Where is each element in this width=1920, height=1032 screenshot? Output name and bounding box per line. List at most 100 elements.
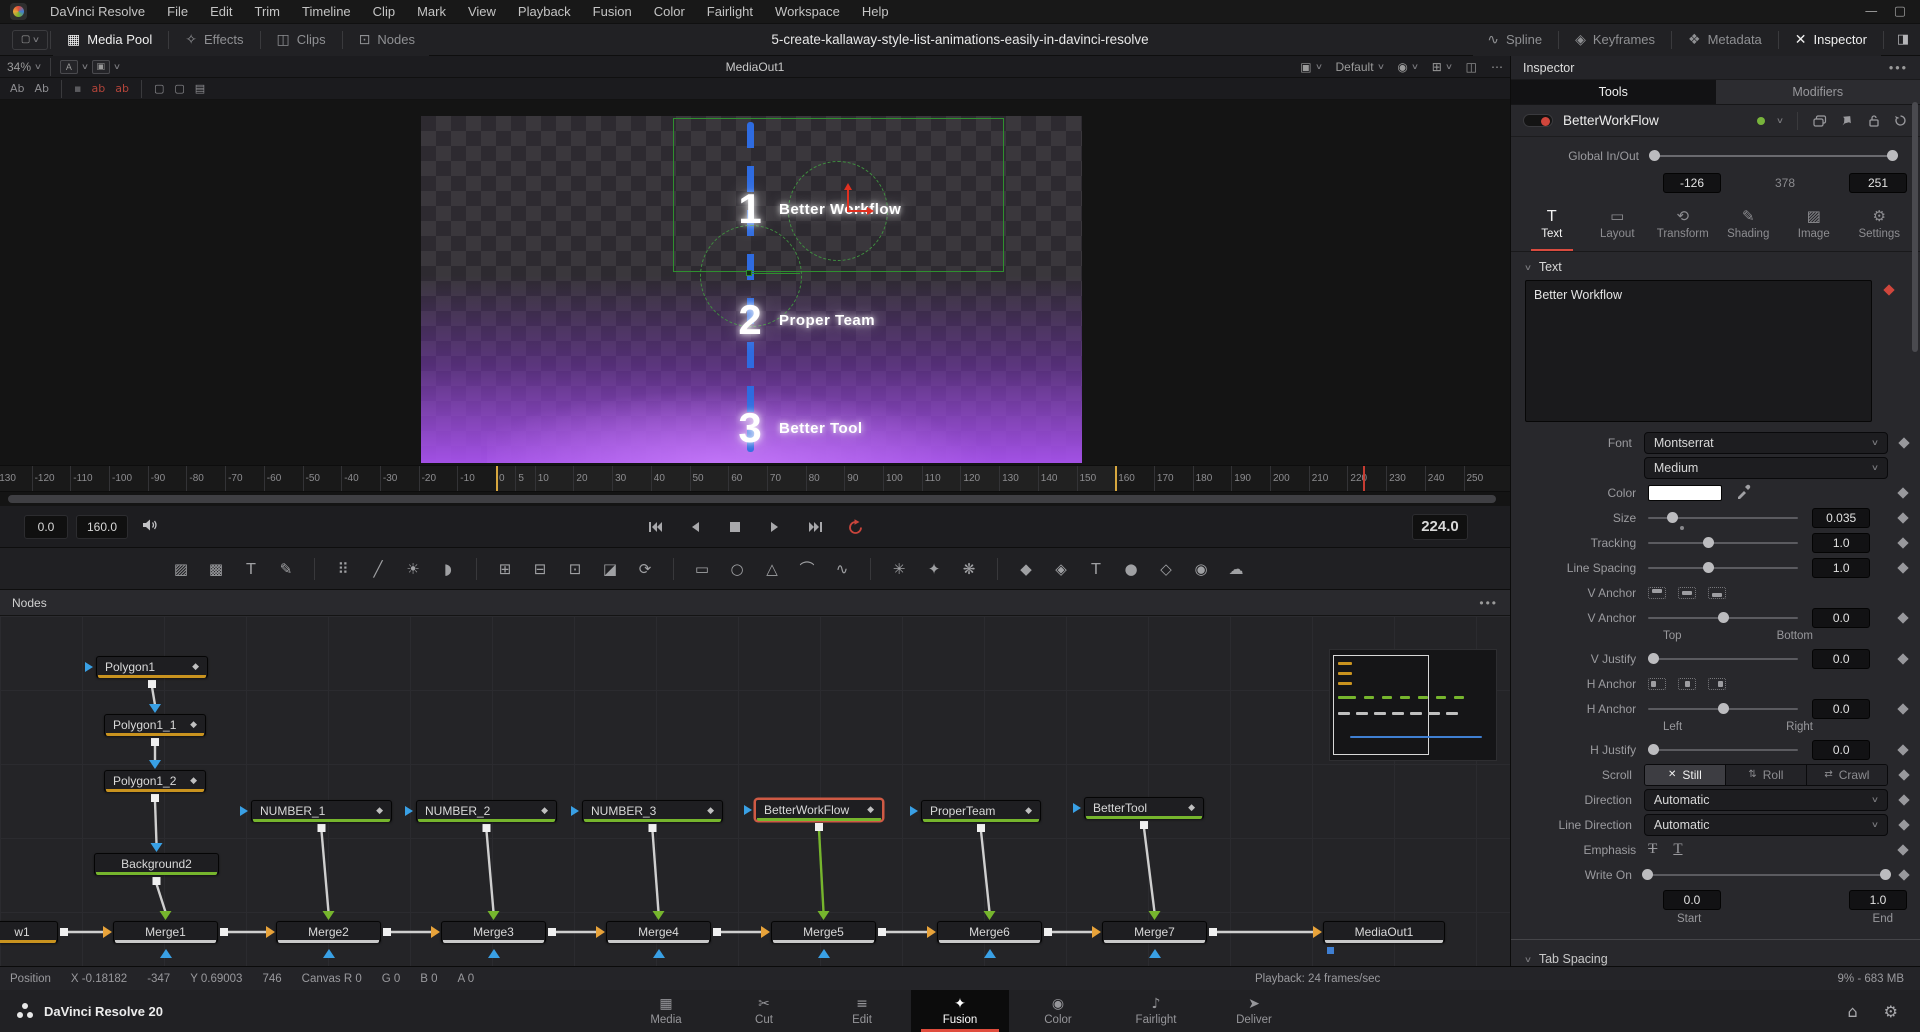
keyframe-diamond[interactable] <box>1898 703 1909 714</box>
node-thumbnail-toggle-icon[interactable]: ◆ <box>182 776 197 786</box>
size-field[interactable]: 0.035 <box>1812 508 1870 528</box>
hue-curves-tool-icon[interactable]: ◗ <box>437 558 459 580</box>
minimize-icon[interactable]: — <box>1865 4 1878 19</box>
node-thumbnail-toggle-icon[interactable]: ◆ <box>699 806 714 816</box>
ellipse-mask-tool-icon[interactable]: ○ <box>726 558 748 580</box>
viewer-guides[interactable]: ⊞∨ <box>1425 56 1459 78</box>
rectangle-mask-tool-icon[interactable]: ▭ <box>691 558 713 580</box>
paint-tool-icon[interactable]: ✎ <box>275 558 297 580</box>
camera-3d-tool-icon[interactable]: ◇ <box>1155 558 1177 580</box>
keyframe-diamond[interactable] <box>1898 487 1909 498</box>
text-tool-0[interactable]: Ab <box>10 82 25 95</box>
inspector-tab-shading[interactable]: ✎Shading <box>1716 207 1782 251</box>
brightness-contrast-tool-icon[interactable]: ☀ <box>402 558 424 580</box>
menu-clip[interactable]: Clip <box>362 0 406 24</box>
h-anchor-center-button[interactable] <box>1678 678 1696 690</box>
page-deliver[interactable]: ➤Deliver <box>1205 990 1303 1032</box>
node-Merge5[interactable]: Merge5 <box>771 921 876 943</box>
pin-icon[interactable] <box>1839 113 1854 128</box>
node-thumbnail-toggle-icon[interactable]: ◆ <box>859 805 874 815</box>
dissolve-tool-icon[interactable]: ⊟ <box>529 558 551 580</box>
keyframe-diamond[interactable] <box>1898 794 1909 805</box>
node-Merge7[interactable]: Merge7 <box>1102 921 1207 943</box>
toolbar-inspector-button[interactable]: ✕Inspector <box>1781 24 1881 56</box>
write-on-start-field[interactable]: 0.0 <box>1663 890 1721 910</box>
node-NUMBER_3[interactable]: NUMBER_3◆ <box>582 800 723 822</box>
fastnoise-tool-icon[interactable]: ▩ <box>205 558 227 580</box>
text-tool-5[interactable]: ▢ <box>154 82 164 95</box>
size-slider[interactable] <box>1648 508 1798 528</box>
node-Polygon1_1[interactable]: Polygon1_1◆ <box>104 714 206 736</box>
page-cut[interactable]: ✂Cut <box>715 990 813 1032</box>
menu-fairlight[interactable]: Fairlight <box>696 0 764 24</box>
go-to-start-button[interactable] <box>644 518 666 536</box>
h-anchor-right-button[interactable] <box>1708 678 1726 690</box>
page-fairlight[interactable]: ♪Fairlight <box>1107 990 1205 1032</box>
node-w1[interactable]: w1 <box>0 921 58 943</box>
viewer-gizmo-options[interactable]: ◉∨ <box>1390 56 1424 78</box>
tab-modifiers[interactable]: Modifiers <box>1716 80 1920 104</box>
quick-export-button[interactable]: ▢∨ <box>12 30 48 50</box>
node-graph-minimap[interactable] <box>1329 649 1497 761</box>
channel-booleans-tool-icon[interactable]: ◪ <box>599 558 621 580</box>
global-in-field[interactable]: -126 <box>1663 173 1721 193</box>
text-input[interactable]: Better Workflow <box>1525 280 1872 422</box>
maximize-icon[interactable]: ▢ <box>1894 4 1906 19</box>
node-color-dot[interactable] <box>1757 117 1765 125</box>
text-section-header[interactable]: ∨Text <box>1511 254 1920 280</box>
inspector-options-icon[interactable]: ••• <box>1889 61 1908 75</box>
loop-button[interactable] <box>844 518 866 536</box>
direction-dropdown[interactable]: Automatic∨ <box>1644 789 1888 811</box>
app-logo-icon[interactable] <box>10 3 27 20</box>
text-tool-1[interactable]: Ab <box>35 82 50 95</box>
menu-fusion[interactable]: Fusion <box>582 0 643 24</box>
image-plane-3d-tool-icon[interactable]: ◆ <box>1015 558 1037 580</box>
v-anchor-top-button[interactable] <box>1648 587 1666 599</box>
node-Merge2[interactable]: Merge2 <box>276 921 381 943</box>
viewer-lut[interactable]: Default∨ <box>1329 56 1391 78</box>
strikethrough-button[interactable]: T <box>1648 841 1657 858</box>
page-color[interactable]: ◉Color <box>1009 990 1107 1032</box>
node-NUMBER_1[interactable]: NUMBER_1◆ <box>251 800 392 822</box>
nodes-options-icon[interactable]: ••• <box>1479 596 1498 610</box>
node-MediaOut1[interactable]: MediaOut1 <box>1323 921 1445 943</box>
transform-gizmo[interactable] <box>833 186 863 216</box>
text-tool-7[interactable]: ▤ <box>195 82 205 95</box>
node-Merge4[interactable]: Merge4 <box>606 921 711 943</box>
scroll-still-button[interactable]: ✕Still <box>1645 765 1726 785</box>
menu-view[interactable]: View <box>457 0 507 24</box>
tab-tools[interactable]: Tools <box>1511 80 1716 104</box>
viewer-ab-select[interactable]: A∨ ▣∨ <box>53 56 127 78</box>
text-tool-3[interactable]: ab <box>92 82 106 95</box>
node-thumbnail-toggle-icon[interactable]: ◆ <box>182 720 197 730</box>
polygon-mask-tool-icon[interactable]: △ <box>761 558 783 580</box>
h-anchor-slider[interactable] <box>1648 699 1798 719</box>
spotlight-3d-tool-icon[interactable]: ◉ <box>1190 558 1212 580</box>
merge-tool-icon[interactable]: ⊞ <box>494 558 516 580</box>
shape-3d-tool-icon[interactable]: ◈ <box>1050 558 1072 580</box>
keyframe-diamond[interactable] <box>1898 769 1909 780</box>
keyframe-diamond[interactable] <box>1898 537 1909 548</box>
node-NUMBER_2[interactable]: NUMBER_2◆ <box>416 800 557 822</box>
node-Polygon1_2[interactable]: Polygon1_2◆ <box>104 770 206 792</box>
toolbar-keyframes-button[interactable]: ◈Keyframes <box>1561 24 1669 56</box>
background-tool-icon[interactable]: ▨ <box>170 558 192 580</box>
page-media[interactable]: ▦Media <box>617 990 715 1032</box>
node-Background2[interactable]: Background2 <box>94 853 219 875</box>
keyframe-diamond[interactable] <box>1898 653 1909 664</box>
h-justify-slider[interactable] <box>1648 740 1798 760</box>
menu-edit[interactable]: Edit <box>199 0 243 24</box>
renderer-3d-tool-icon[interactable]: ☁ <box>1225 558 1247 580</box>
reset-icon[interactable] <box>1893 113 1908 128</box>
keyframe-diamond[interactable] <box>1898 844 1909 855</box>
play-reverse-button[interactable] <box>684 518 706 536</box>
node-thumbnail-toggle-icon[interactable]: ◆ <box>1017 806 1032 816</box>
node-thumbnail-toggle-icon[interactable]: ◆ <box>184 662 199 672</box>
project-manager-icon[interactable]: ⌂ <box>1848 1002 1858 1021</box>
node-Polygon1[interactable]: Polygon1◆ <box>96 656 208 678</box>
toolbar-clips-button[interactable]: ◫Clips <box>263 24 340 56</box>
menu-timeline[interactable]: Timeline <box>291 0 362 24</box>
menu-workspace[interactable]: Workspace <box>764 0 851 24</box>
inspector-scrollbar[interactable] <box>1912 102 1918 352</box>
toolbar-metadata-button[interactable]: ❖Metadata <box>1674 24 1776 56</box>
